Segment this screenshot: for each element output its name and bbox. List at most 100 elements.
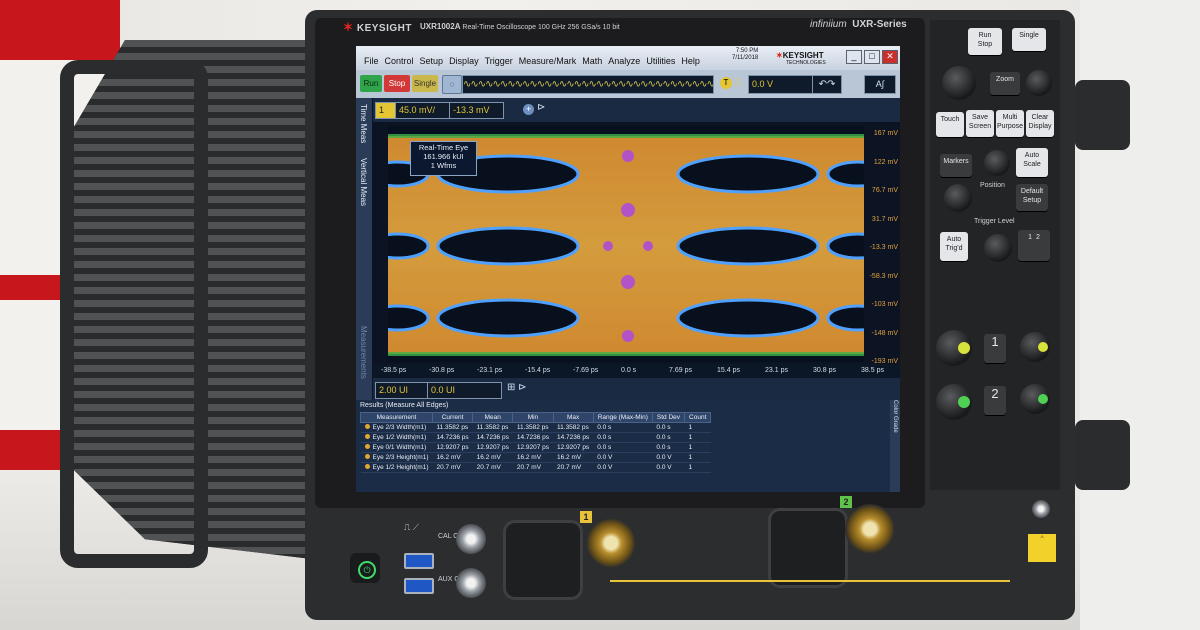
menubar-logo: ✶KEYSIGHT TECHNOLOGIES <box>776 51 826 66</box>
channel-2-key[interactable]: 2 <box>984 386 1006 415</box>
pin-icon[interactable]: ⊳ <box>537 102 545 113</box>
zoom-key[interactable]: Zoom <box>990 72 1020 95</box>
channel-2-probe-interface[interactable] <box>768 508 848 588</box>
usb-port-1[interactable] <box>404 553 434 569</box>
menu-item-measure-mark[interactable]: Measure/Mark <box>519 56 577 66</box>
brand-name: KEYSIGHT <box>356 23 412 34</box>
maximize-button[interactable]: □ <box>864 50 880 64</box>
autoscale-icon[interactable]: A∫ <box>864 75 896 94</box>
vertical-scale-field[interactable]: 45.0 mV/ <box>395 102 450 119</box>
ground-terminal[interactable] <box>1032 500 1050 518</box>
results-column-header[interactable]: Max <box>552 412 594 423</box>
results-column-header[interactable]: Current <box>431 412 474 423</box>
menu-item-trigger[interactable]: Trigger <box>485 56 513 66</box>
default-setup-key[interactable]: Default Setup <box>1016 184 1048 211</box>
close-button[interactable]: ✕ <box>882 50 898 64</box>
results-column-header[interactable]: Measurement <box>360 412 433 423</box>
auto-trig-key[interactable]: Auto Trig'd <box>940 232 968 261</box>
minimize-button[interactable]: _ <box>846 50 862 64</box>
menu-item-display[interactable]: Display <box>449 56 479 66</box>
channel-2-input[interactable] <box>845 504 895 554</box>
color-grade-tab[interactable]: Color Grade <box>890 400 900 492</box>
acquire-mode-icon[interactable]: ◌ <box>442 75 462 94</box>
tab-time-meas[interactable]: Time Meas <box>359 104 368 143</box>
run-stop-key[interactable]: Run Stop <box>968 28 1002 55</box>
menu-item-file[interactable]: File <box>364 56 379 66</box>
menu-item-control[interactable]: Control <box>385 56 414 66</box>
menu-item-math[interactable]: Math <box>582 56 602 66</box>
table-cell: 16.2 mV <box>512 452 554 463</box>
save-screen-key[interactable]: Save Screen <box>966 110 994 137</box>
table-cell: 11.3582 ps <box>553 422 594 433</box>
table-cell: 0.0 V <box>593 452 653 463</box>
markers-key[interactable]: Markers <box>940 154 972 177</box>
usb-port-2[interactable] <box>404 578 434 594</box>
touch-key[interactable]: Touch <box>936 112 964 137</box>
markers-knob[interactable] <box>984 150 1010 176</box>
table-cell: 11.3582 ps <box>512 422 554 433</box>
trigger-level-knob[interactable] <box>984 234 1012 262</box>
stop-button[interactable]: Stop <box>384 75 410 92</box>
y-axis: 167 mV 122 mV 76.7 mV 31.7 mV -13.3 mV -58.3 … <box>866 126 900 365</box>
trigger-source-key[interactable]: 1 2 <box>1018 230 1050 261</box>
add-icon[interactable]: + <box>523 104 534 115</box>
channel-1-probe-interface[interactable] <box>503 520 583 600</box>
table-row[interactable]: Eye 0/1 Width(m1) 12.9207 ps 12.9207 ps 12.… <box>360 442 711 453</box>
x-tick-label: -38.5 ps <box>381 367 407 374</box>
horizontal-position-field[interactable]: 0.0 UI <box>427 382 502 399</box>
table-row[interactable]: Eye 2/3 Width(m1) 11.3582 ps 11.3582 ps 11.… <box>360 422 711 433</box>
table-cell: 11.3582 ps <box>432 422 473 433</box>
clear-display-key[interactable]: Clear Display <box>1026 110 1054 137</box>
horizontal-position-knob[interactable] <box>1026 70 1052 96</box>
results-column-header[interactable]: Mean <box>472 412 514 423</box>
table-row[interactable]: Eye 2/3 Height(m1) 16.2 mV 16.2 mV 16.2 mV 1… <box>360 452 711 463</box>
ch2-offset-knob[interactable] <box>1020 384 1050 414</box>
trigger-level-field[interactable]: 0.0 V <box>748 75 813 94</box>
trigger-icon[interactable]: T <box>720 77 732 89</box>
table-cell: 1 <box>684 462 711 473</box>
channel-2-badge-front: 2 <box>840 496 852 508</box>
horizontal-menu-icon[interactable]: ⊞ ⊳ <box>507 382 527 393</box>
table-cell: 0.0 s <box>593 432 653 443</box>
run-button[interactable]: Run <box>360 75 382 92</box>
multi-purpose-key[interactable]: Multi Purpose <box>996 110 1024 137</box>
table-row[interactable]: Eye 1/2 Height(m1) 20.7 mV 20.7 mV 20.7 mV 2… <box>360 462 711 473</box>
single-key[interactable]: Single <box>1012 28 1046 51</box>
menu-item-help[interactable]: Help <box>681 56 700 66</box>
tab-vertical-meas[interactable]: Vertical Meas <box>359 158 368 206</box>
tab-measurements[interactable]: Measurements <box>359 326 368 379</box>
auto-scale-key[interactable]: Auto Scale <box>1016 148 1048 177</box>
menu-item-utilities[interactable]: Utilities <box>646 56 675 66</box>
position-knob[interactable] <box>944 184 972 212</box>
table-cell: 12.9207 ps <box>512 442 554 453</box>
clock-date: 7/11/2018 <box>732 55 759 61</box>
horizontal-scale-knob[interactable] <box>942 66 976 100</box>
channel-1-input[interactable] <box>586 518 636 568</box>
menu-item-setup[interactable]: Setup <box>420 56 444 66</box>
channel-1-key[interactable]: 1 <box>984 334 1006 363</box>
table-cell: 0.0 s <box>652 442 685 453</box>
ch2-scale-knob[interactable] <box>936 384 972 420</box>
ch1-offset-led <box>1038 342 1048 352</box>
waveform-overview[interactable]: ∿∿∿∿∿∿∿∿∿∿∿∿∿∿∿∿∿∿∿∿∿∿∿∿∿∿∿∿∿∿∿∿∿∿∿ <box>462 75 714 94</box>
position-label: Position <box>980 182 1005 189</box>
x-tick-label: 15.4 ps <box>717 367 740 374</box>
cal-out-connector[interactable] <box>456 524 486 554</box>
aux-out-connector[interactable] <box>456 568 486 598</box>
ch1-offset-knob[interactable] <box>1020 332 1050 362</box>
results-column-header[interactable]: Min <box>512 412 554 423</box>
results-column-header[interactable]: Std Dev <box>651 412 686 423</box>
results-column-header[interactable]: Count <box>684 412 712 423</box>
table-cell: 0.0 s <box>652 422 685 433</box>
vertical-offset-field[interactable]: -13.3 mV <box>449 102 504 119</box>
trigger-level-label: Trigger Level <box>974 218 1015 225</box>
single-button[interactable]: Single <box>412 75 438 92</box>
results-column-header[interactable]: Range (Max-Min) <box>592 412 653 423</box>
horizontal-scale-field[interactable]: 2.00 UI <box>375 382 428 399</box>
table-row[interactable]: Eye 1/2 Width(m1) 14.7236 ps 14.7236 ps 14.… <box>360 432 711 443</box>
undo-redo-icon[interactable]: ↶↷ <box>812 75 842 94</box>
power-button[interactable]: ⏻ <box>350 553 380 583</box>
vertical-scale-bar: 1 45.0 mV/ -13.3 mV + ⊳ <box>373 98 900 122</box>
ch1-scale-knob[interactable] <box>936 330 972 366</box>
menu-item-analyze[interactable]: Analyze <box>608 56 640 66</box>
